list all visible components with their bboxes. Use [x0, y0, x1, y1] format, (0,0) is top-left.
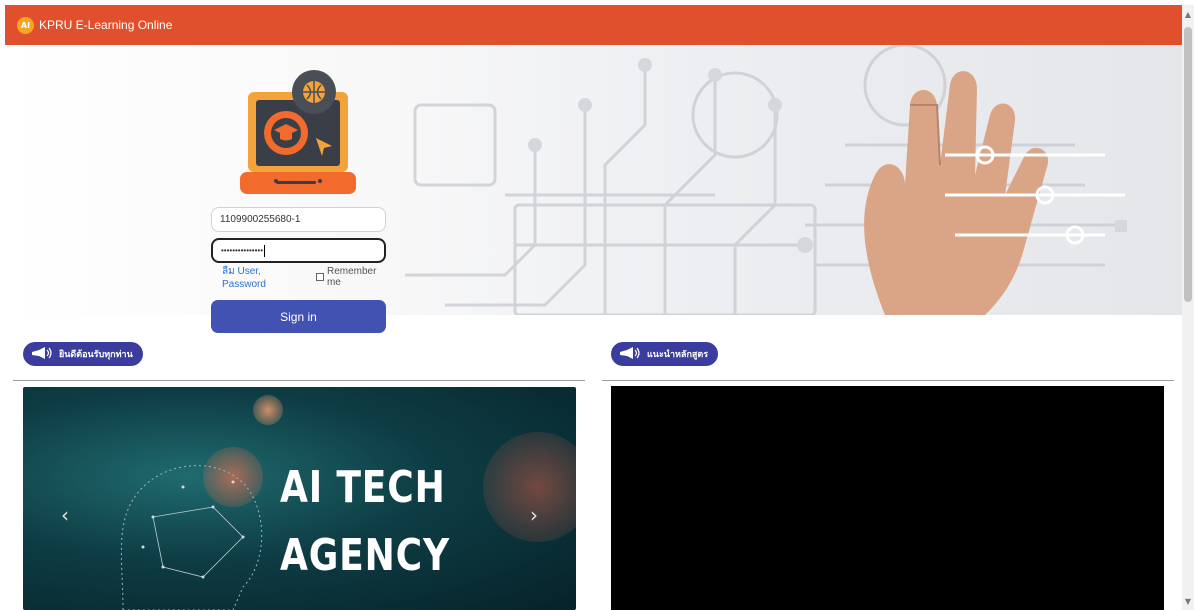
- megaphone-icon: [619, 347, 641, 361]
- password-input[interactable]: •••••••••••••••: [211, 238, 386, 263]
- carousel-prev-icon[interactable]: ‹: [57, 503, 73, 527]
- circuit-hand-illustration: [405, 45, 1127, 315]
- courses-section-header: แนะนำหลักสูตร: [611, 342, 719, 366]
- sign-in-button[interactable]: Sign in: [211, 300, 386, 333]
- scroll-down-icon[interactable]: ▼: [1182, 594, 1194, 608]
- hero-banner: [5, 45, 1182, 315]
- page: AI KPRU E-Learning Online 1109900255680-…: [0, 0, 1194, 610]
- login-options: ลืม User, Password Remember me: [222, 266, 392, 290]
- username-input[interactable]: 1109900255680-1: [211, 207, 386, 232]
- welcome-section-title: ยินดีต้อนรับทุกท่าน: [59, 349, 133, 359]
- carousel-next-icon[interactable]: ›: [526, 503, 542, 527]
- forgot-password-link[interactable]: ลืม User, Password: [222, 264, 306, 290]
- remember-me-label[interactable]: Remember me: [327, 266, 392, 288]
- course-video-player[interactable]: [611, 386, 1164, 610]
- carousel-headline-line1: AI TECH: [280, 462, 446, 513]
- app-logo[interactable]: AI: [17, 16, 34, 34]
- top-bar: AI KPRU E-Learning Online: [5, 5, 1182, 45]
- password-value: •••••••••••••••: [221, 246, 264, 255]
- section-divider: [602, 380, 1174, 381]
- text-caret: [264, 244, 266, 257]
- section-divider: [13, 380, 585, 381]
- scroll-up-icon[interactable]: ▲: [1182, 7, 1194, 21]
- username-value: 1109900255680-1: [220, 214, 301, 225]
- remember-me-checkbox[interactable]: [316, 273, 324, 281]
- megaphone-icon: [31, 347, 53, 361]
- news-carousel[interactable]: AI TECH AGENCY ‹ ›: [23, 387, 576, 610]
- carousel-headline-line2: AGENCY: [280, 530, 450, 581]
- scroll-thumb[interactable]: [1184, 27, 1192, 302]
- welcome-section-header: ยินดีต้อนรับทุกท่าน: [23, 342, 143, 366]
- courses-section-title: แนะนำหลักสูตร: [647, 349, 709, 359]
- page-scrollbar[interactable]: ▲ ▼: [1182, 5, 1194, 610]
- ai-head-graphic: [120, 465, 263, 610]
- elearning-laptop-icon: [240, 70, 356, 194]
- app-title[interactable]: KPRU E-Learning Online: [39, 18, 172, 32]
